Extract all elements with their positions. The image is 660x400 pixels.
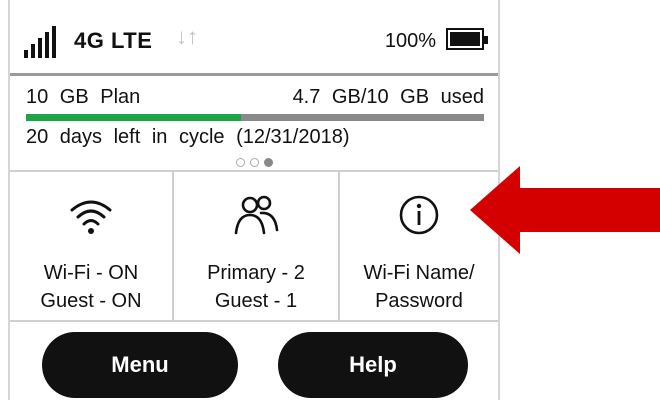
menu-button[interactable]: Menu (42, 332, 238, 398)
primary-device-count: Primary - 2 (207, 262, 305, 284)
wifi-icon (70, 200, 112, 234)
wifi-status: Wi-Fi - ON (43, 262, 139, 284)
status-bar: 4G LTE ↓↑ 100% (10, 0, 498, 76)
page-dot[interactable] (264, 158, 273, 167)
password-label: Password (375, 290, 463, 312)
guest-device-count: Guest - 1 (214, 290, 298, 312)
quick-tiles: Wi-Fi - ON Guest - ON Primary - 2 Guest … (10, 170, 498, 322)
data-used: 4.7 GB/10 GB used (292, 86, 484, 108)
data-usage-fill (26, 114, 242, 121)
signal-strength-icon (24, 26, 56, 58)
network-type-label: 4G LTE (74, 28, 153, 53)
hotspot-screen: 4G LTE ↓↑ 100% 10 GB Plan 4.7 GB/10 GB u… (8, 0, 500, 400)
battery-percent: 100% (384, 30, 436, 52)
red-pointer-arrow-icon (470, 166, 660, 254)
data-usage-progress (26, 114, 484, 121)
tile-wifi[interactable]: Wi-Fi - ON Guest - ON (10, 172, 174, 320)
plan-name: 10 GB Plan (26, 86, 141, 108)
billing-cycle-text: 20 days left in cycle (12/31/2018) (26, 126, 350, 148)
help-button[interactable]: Help (278, 332, 468, 398)
page-dot[interactable] (236, 158, 245, 167)
tile-connected-devices[interactable]: Primary - 2 Guest - 1 (174, 172, 340, 320)
page-dot[interactable] (250, 158, 259, 167)
wifi-name-label: Wi-Fi Name/ (363, 262, 475, 284)
data-plan-row: 10 GB Plan 4.7 GB/10 GB used (26, 86, 484, 116)
info-icon (399, 195, 439, 235)
data-activity-icon: ↓↑ (176, 24, 198, 49)
people-icon (234, 195, 279, 235)
battery-icon (446, 28, 488, 50)
guest-wifi-status: Guest - ON (40, 290, 142, 312)
